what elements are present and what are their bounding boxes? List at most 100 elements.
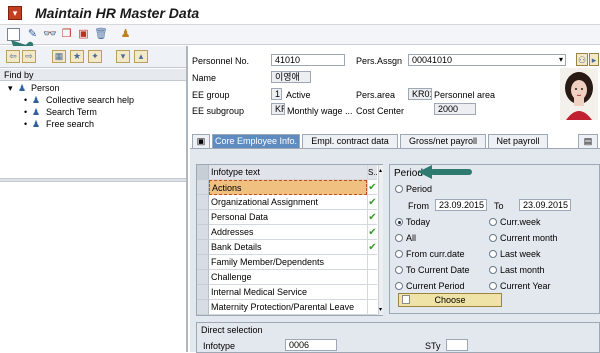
table-row[interactable]: Organizational Assignment xyxy=(209,195,367,210)
radio-current-period[interactable] xyxy=(395,282,403,290)
row-selector[interactable] xyxy=(197,180,209,195)
edit-icon[interactable]: ✎ xyxy=(26,28,39,41)
radio-last-week[interactable] xyxy=(489,250,497,258)
personnel-no-field[interactable]: 41010 xyxy=(271,54,345,66)
radio-from-curr-date[interactable] xyxy=(395,250,403,258)
copy-icon[interactable]: ❐ xyxy=(60,28,73,41)
tree-item-collective-search[interactable]: Collective search help xyxy=(46,95,134,105)
choose-label: Choose xyxy=(434,295,466,305)
radio-current-month-label: Current month xyxy=(500,233,558,243)
tree-item-search-term[interactable]: Search Term xyxy=(46,107,97,117)
table-row[interactable]: Actions xyxy=(209,180,367,195)
delete-icon[interactable]: 🗑 xyxy=(94,28,108,41)
row-selector[interactable] xyxy=(197,255,209,270)
delimit-icon[interactable]: ▣ xyxy=(77,28,90,41)
radio-last-month-label: Last month xyxy=(500,265,545,275)
folder-icon[interactable]: ▦ xyxy=(52,50,66,63)
object-manager-pane: ⇦ ⇨ ▦ ★ ✦ ▾ ▴ Find by ▾ ♟ Person • ♟ Col… xyxy=(0,46,188,352)
pers-assgn-field[interactable]: 00041010 xyxy=(408,54,566,66)
row-selector[interactable] xyxy=(197,240,209,255)
ee-group-code: 1 xyxy=(271,88,282,100)
check-icon: ✔ xyxy=(367,210,377,225)
display-icon[interactable]: 👓 xyxy=(43,28,57,41)
table-row[interactable]: Bank Details xyxy=(209,240,367,255)
find-by-header: Find by xyxy=(0,69,186,81)
status-cell xyxy=(367,255,377,270)
favorites-icon[interactable]: ★ xyxy=(70,50,84,63)
tab-empl-contract-data[interactable]: Empl. contract data xyxy=(302,134,398,148)
radio-to-current-date[interactable] xyxy=(395,266,403,274)
tree-expander-icon[interactable]: ▾ xyxy=(8,83,13,94)
pers-area-label: Pers.area xyxy=(356,90,396,100)
table-row[interactable]: Challenge xyxy=(209,270,367,285)
bullet-icon: • xyxy=(24,95,28,105)
period-radio[interactable] xyxy=(395,185,403,193)
status-cell xyxy=(367,285,377,300)
row-selector[interactable] xyxy=(197,300,209,315)
to-date-field[interactable]: 23.09.2015 xyxy=(519,199,571,211)
table-row[interactable]: Family Member/Dependents xyxy=(209,255,367,270)
scroll-up-icon[interactable]: ▴ xyxy=(379,167,382,174)
dropdown-icon[interactable]: ▾ xyxy=(559,55,563,64)
radio-today[interactable] xyxy=(395,218,403,226)
check-icon: ✔ xyxy=(367,195,377,210)
radio-current-year[interactable] xyxy=(489,282,497,290)
sty-label: STy xyxy=(425,341,441,351)
infotype-label: Infotype xyxy=(203,341,236,351)
tree-item-free-search[interactable]: Free search xyxy=(46,119,94,129)
row-selector[interactable] xyxy=(197,225,209,240)
radio-from-curr-date-label: From curr.date xyxy=(406,249,465,259)
collapse-icon[interactable]: ▾ xyxy=(116,50,130,63)
favorites-add-icon[interactable]: ✦ xyxy=(88,50,102,63)
pers-area-code: KR01 xyxy=(408,88,432,100)
pers-area-text: Personnel area xyxy=(434,90,496,100)
back-icon[interactable]: ⇦ xyxy=(6,50,20,63)
more-icon[interactable]: ▸ xyxy=(589,53,599,66)
choose-button[interactable]: Choose xyxy=(398,293,502,307)
pane-splitter[interactable] xyxy=(0,178,186,182)
person-icon: ♟ xyxy=(18,83,27,93)
radio-all[interactable] xyxy=(395,234,403,242)
table-row[interactable]: Maternity Protection/Parental Leave xyxy=(209,300,367,315)
row-selector[interactable] xyxy=(197,195,209,210)
radio-last-week-label: Last week xyxy=(500,249,541,259)
radio-curr-week[interactable] xyxy=(489,218,497,226)
infotype-field[interactable]: 0006 xyxy=(285,339,337,351)
menu-icon[interactable]: ▾ xyxy=(8,6,22,20)
row-selector[interactable] xyxy=(197,270,209,285)
tab-overview-icon[interactable]: ▣ xyxy=(192,134,210,148)
tab-gross-net-payroll[interactable]: Gross/net payroll xyxy=(400,134,486,148)
radio-current-period-label: Current Period xyxy=(406,281,465,291)
column-header-status[interactable]: S.. xyxy=(367,165,378,180)
table-row[interactable]: Personal Data xyxy=(209,210,367,225)
forward-icon[interactable]: ⇨ xyxy=(22,50,36,63)
title-bar: ▾ Maintain HR Master Data xyxy=(0,0,600,25)
table-row[interactable]: Addresses xyxy=(209,225,367,240)
from-date-field[interactable]: 23.09.2015 xyxy=(435,199,487,211)
row-selector[interactable] xyxy=(197,285,209,300)
ee-subgroup-code: KR xyxy=(271,103,285,115)
tree-root-person[interactable]: Person xyxy=(31,83,60,93)
tab-more-icon[interactable]: ▤ xyxy=(578,134,598,148)
column-header-infotype-text[interactable]: Infotype text xyxy=(209,165,367,180)
table-row[interactable]: Internal Medical Service xyxy=(209,285,367,300)
radio-all-label: All xyxy=(406,233,417,243)
overview-icon[interactable]: ♟ xyxy=(119,28,132,41)
sty-field[interactable] xyxy=(446,339,468,351)
radio-current-year-label: Current Year xyxy=(500,281,551,291)
personnel-no-label: Personnel No. xyxy=(192,56,250,66)
row-selector[interactable] xyxy=(197,210,209,225)
infotype-table: Infotype text S.. Actions ✔ Organization… xyxy=(196,164,383,316)
ee-group-label: EE group xyxy=(192,90,230,100)
org-structure-icon[interactable]: ⚇ xyxy=(576,53,588,66)
radio-current-month[interactable] xyxy=(489,234,497,242)
radio-last-month[interactable] xyxy=(489,266,497,274)
tab-net-payroll[interactable]: Net payroll xyxy=(488,134,548,148)
tab-core-employee-info[interactable]: Core Employee Info. xyxy=(212,134,300,148)
expand-icon[interactable]: ▴ xyxy=(134,50,148,63)
table-header-rowhead xyxy=(197,165,209,180)
person-icon: ♟ xyxy=(32,95,41,105)
person-icon: ♟ xyxy=(32,107,41,117)
table-scrollbar[interactable]: ▴ ▾ xyxy=(378,165,383,315)
scroll-down-icon[interactable]: ▾ xyxy=(379,306,382,313)
